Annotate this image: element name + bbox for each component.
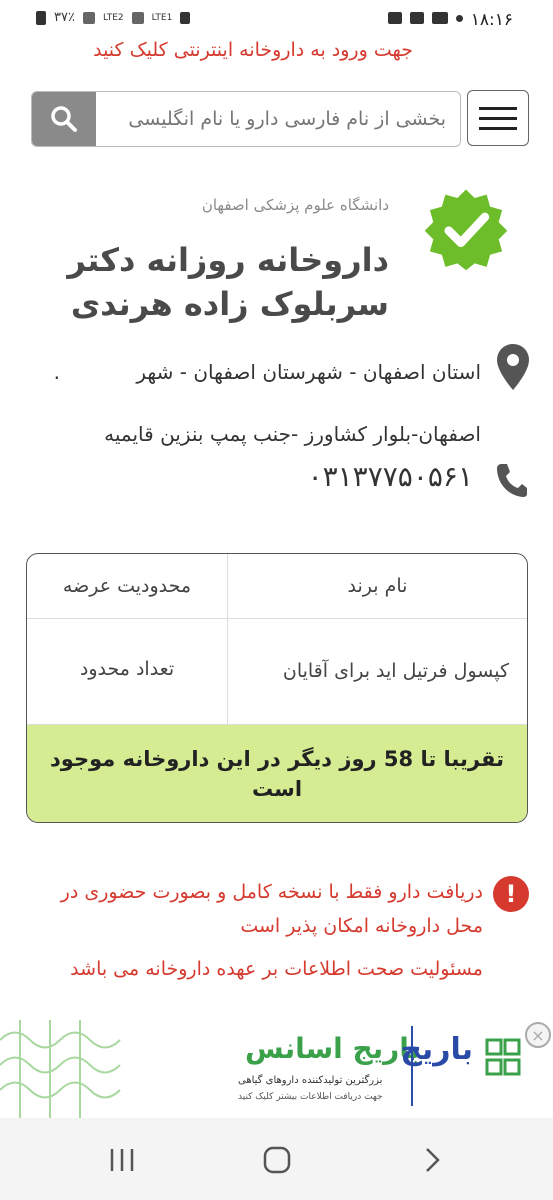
- home-icon: [263, 1146, 291, 1174]
- barij-essence-cta: جهت دریافت اطلاعات بیشتر کلیک کنید: [238, 1092, 383, 1102]
- pharmacy-name: داروخانه روزانه دکتر سربلوک زاده هرندی: [67, 241, 389, 323]
- drug-table: نام برند محدودیت عرضه کپسول فرتیل اید بر…: [26, 553, 528, 823]
- banner-link[interactable]: جهت ورود به داروخانه اینترنتی کلیک کنید: [93, 39, 553, 61]
- system-nav-bar: [0, 1118, 553, 1200]
- message-icon: [410, 12, 424, 24]
- pharmacy-header: دانشگاه علوم پزشکی اصفهان داروخانه روزان…: [0, 180, 553, 340]
- dot-icon: [456, 14, 463, 22]
- search-input[interactable]: [96, 92, 458, 146]
- search-button[interactable]: [32, 92, 96, 146]
- address-line-1: استان اصفهان - شهرستان اصفهان - شهر .: [54, 360, 481, 384]
- signal-icon: [82, 11, 95, 24]
- limit-cell: تعداد محدود: [79, 658, 175, 680]
- search-icon: [51, 106, 77, 132]
- header-limit: محدودیت عرضه: [62, 575, 192, 597]
- clock: ۱۸:۱۶: [470, 10, 513, 30]
- ad-close-icon[interactable]: ×: [525, 1022, 551, 1048]
- battery-icon: [36, 10, 46, 25]
- search-box: [31, 91, 461, 147]
- ad-banner[interactable]: باریج اسانس بزرگترین تولیدکننده داروهای …: [0, 1020, 553, 1120]
- address-dot: .: [53, 360, 61, 384]
- phone-icon: [497, 464, 527, 497]
- photo-icon: [388, 12, 402, 24]
- top-bar: [31, 90, 531, 148]
- availability-note: تقریبا تا 58 روز دیگر در این داروخانه مو…: [27, 725, 527, 822]
- responsibility-text: مسئولیت صحت اطلاعات بر عهده داروخانه می …: [70, 958, 483, 980]
- recent-apps-icon: [110, 1149, 134, 1171]
- university-name: دانشگاه علوم پزشکی اصفهان: [201, 196, 389, 214]
- ad-divider: [411, 1026, 413, 1106]
- youtube-icon: [432, 12, 448, 24]
- back-button[interactable]: [412, 1142, 452, 1178]
- online-pharmacy-banner[interactable]: جهت ورود به داروخانه اینترنتی کلیک کنید: [0, 36, 553, 66]
- hamburger-line: [479, 116, 517, 120]
- barij-emblem-icon: [485, 1038, 521, 1076]
- notification-icons: [388, 12, 463, 24]
- status-left: ۳۷٪ LTE2 LTE1: [36, 10, 191, 25]
- address-text-1: استان اصفهان - شهرستان اصفهان - شهر: [136, 360, 481, 384]
- verified-badge-icon: [424, 189, 508, 271]
- warning-text: دریافت دارو فقط با نسخه کامل و بصورت حضو…: [60, 881, 483, 937]
- table-row: کپسول فرتیل اید برای آقایان تعداد محدود: [27, 618, 527, 725]
- location-pin-icon: [497, 344, 529, 390]
- alert-icon: !: [493, 876, 529, 912]
- data-icon: [180, 11, 191, 24]
- recent-apps-button[interactable]: [102, 1142, 142, 1178]
- barij-essence-logo: باریج اسانس: [245, 1032, 421, 1065]
- battery-percent: ۳۷٪: [54, 10, 75, 25]
- hamburger-line: [479, 126, 517, 130]
- table-header-row: نام برند محدودیت عرضه: [27, 554, 527, 619]
- address-line-2: اصفهان-بلوار کشاورز -جنب پمپ بنزین قایمی…: [104, 422, 481, 446]
- barij-essence-tagline: بزرگترین تولیدکننده داروهای گیاهی: [238, 1075, 383, 1086]
- network-label-1: LTE2: [102, 12, 124, 23]
- signal-icon-2: [131, 11, 144, 24]
- brand-cell: کپسول فرتیل اید برای آقایان: [227, 618, 527, 724]
- menu-button[interactable]: [467, 90, 529, 146]
- header-brand: نام برند: [227, 554, 527, 618]
- hamburger-line: [479, 106, 517, 110]
- pattern-decoration-icon: [0, 1020, 121, 1120]
- home-button[interactable]: [257, 1142, 297, 1178]
- chevron-right-icon: [426, 1148, 440, 1172]
- phone-number[interactable]: ۰۳۱۳۷۷۵۰۵۶۱: [308, 460, 473, 493]
- network-label-2: LTE1: [151, 12, 173, 23]
